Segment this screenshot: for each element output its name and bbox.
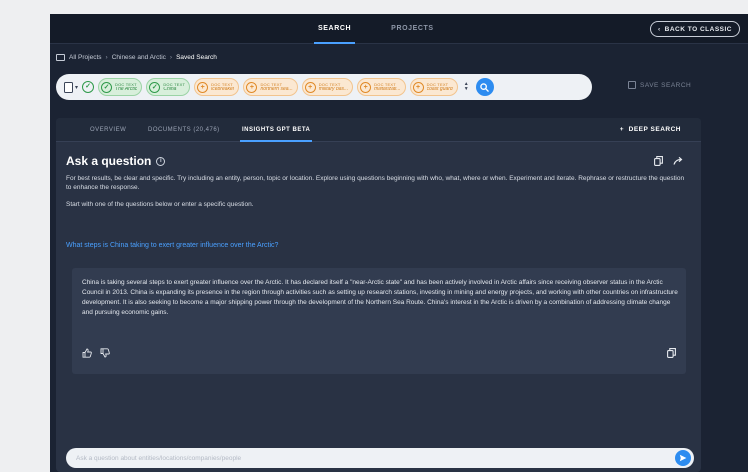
breadcrumb-project[interactable]: Chinese and Arctic xyxy=(112,54,166,61)
plus-circle-icon: + xyxy=(246,81,258,93)
send-icon xyxy=(679,454,687,462)
deep-search-button[interactable]: + DEEP SEARCH xyxy=(620,118,681,142)
question-input[interactable] xyxy=(76,448,656,468)
search-icon xyxy=(480,82,489,92)
answer-card: China is taking several steps to exert g… xyxy=(72,268,686,374)
thumbs-up-icon[interactable] xyxy=(82,348,92,358)
folder-icon xyxy=(56,54,65,61)
question-prompt xyxy=(66,448,694,468)
answer-copy xyxy=(667,348,676,358)
plus-circle-icon: + xyxy=(360,81,372,93)
start-text: Start with one of the questions below or… xyxy=(66,201,254,208)
chip-value: The Arctic xyxy=(115,87,138,92)
thumbs-down-icon[interactable] xyxy=(100,348,110,358)
send-button[interactable] xyxy=(675,450,691,466)
save-icon xyxy=(628,81,636,89)
query-chip-icebreaker[interactable]: + DOC TEXT icebreaker xyxy=(194,78,240,96)
breadcrumb-saved-search: Saved Search xyxy=(176,54,217,61)
chip-value: China xyxy=(163,87,177,92)
share-icon[interactable] xyxy=(673,156,683,166)
plus-circle-icon: + xyxy=(197,81,209,93)
panel-actions xyxy=(654,156,683,166)
tab-overview[interactable]: OVERVIEW xyxy=(90,118,126,142)
tab-search[interactable]: SEARCH xyxy=(313,14,356,44)
document-icon xyxy=(64,81,73,93)
chip-value: northern sea... xyxy=(260,87,293,92)
save-search-button[interactable]: SAVE SEARCH xyxy=(628,81,691,89)
save-search-label: SAVE SEARCH xyxy=(640,81,692,89)
query-chip-military-base[interactable]: + DOC TEXT military bas... xyxy=(301,78,354,96)
top-nav: SEARCH PROJECTS xyxy=(313,14,434,44)
chip-value: icebreaker xyxy=(211,87,235,92)
check-circle-icon: ✓ xyxy=(149,81,161,93)
top-bar: SEARCH PROJECTS ‹ BACK TO CLASSIC xyxy=(50,14,748,44)
plus-circle-icon: + xyxy=(304,81,316,93)
back-to-classic-label: BACK TO CLASSIC xyxy=(664,25,732,33)
chevron-right-icon: › xyxy=(105,54,108,61)
check-circle-icon[interactable]: ✓ xyxy=(82,81,95,93)
breadcrumb-all-projects[interactable]: All Projects xyxy=(69,54,102,61)
plus-icon: + xyxy=(619,126,625,133)
chip-value: militarizati... xyxy=(374,87,401,92)
query-chip-china[interactable]: ✓ DOC TEXT China xyxy=(146,78,191,96)
query-scroll-stepper[interactable]: ▲ ▼ xyxy=(464,82,469,92)
query-chip-northern-sea[interactable]: + DOC TEXT northern sea... xyxy=(243,78,298,96)
chip-value: coast guard xyxy=(426,87,453,92)
doc-type-select[interactable]: ▾ xyxy=(64,81,79,93)
query-bar: ▾ ✓ ✓ DOC TEXT The Arctic ✓ DOC TEXT China… xyxy=(56,74,592,100)
app-window: SEARCH PROJECTS ‹ BACK TO CLASSIC All Pr… xyxy=(50,14,748,472)
tab-projects[interactable]: PROJECTS xyxy=(391,14,434,44)
ask-question-heading: Ask a question xyxy=(66,154,152,168)
search-button[interactable] xyxy=(475,78,494,96)
caret-down-icon[interactable]: ▼ xyxy=(464,87,469,92)
feedback-buttons xyxy=(82,348,110,358)
query-chip-coast-guard[interactable]: + DOC TEXT coast guard xyxy=(409,78,458,96)
query-chip-the-arctic[interactable]: ✓ DOC TEXT The Arctic xyxy=(98,78,143,96)
copy-icon[interactable] xyxy=(654,156,663,166)
deep-search-label: DEEP SEARCH xyxy=(628,126,681,133)
info-icon[interactable]: i xyxy=(156,156,166,166)
chevron-left-icon: ‹ xyxy=(658,25,661,33)
query-chip-militarization[interactable]: + DOC TEXT militarizati... xyxy=(357,78,406,96)
copy-icon[interactable] xyxy=(667,348,676,358)
chevron-down-icon: ▾ xyxy=(75,84,79,91)
ask-question-title: Ask a question i xyxy=(66,154,166,168)
chip-value: military bas... xyxy=(318,87,349,92)
insights-panel: OVERVIEW DOCUMENTS (20,476) INSIGHTS GPT… xyxy=(56,118,701,472)
suggested-question-link[interactable]: What steps is China taking to exert grea… xyxy=(66,242,278,249)
intro-text: For best results, be clear and specific.… xyxy=(66,175,685,191)
sub-tabs: OVERVIEW DOCUMENTS (20,476) INSIGHTS GPT… xyxy=(56,118,701,142)
check-circle-icon: ✓ xyxy=(101,81,113,93)
tab-documents[interactable]: DOCUMENTS (20,476) xyxy=(148,118,220,142)
back-to-classic-button[interactable]: ‹ BACK TO CLASSIC xyxy=(650,21,740,37)
tab-insights-gpt[interactable]: INSIGHTS GPT BETA xyxy=(239,118,313,142)
breadcrumb: All Projects › Chinese and Arctic › Save… xyxy=(56,54,217,61)
chevron-right-icon: › xyxy=(169,54,173,61)
plus-circle-icon: + xyxy=(412,81,424,93)
answer-text: China is taking several steps to exert g… xyxy=(82,279,678,316)
